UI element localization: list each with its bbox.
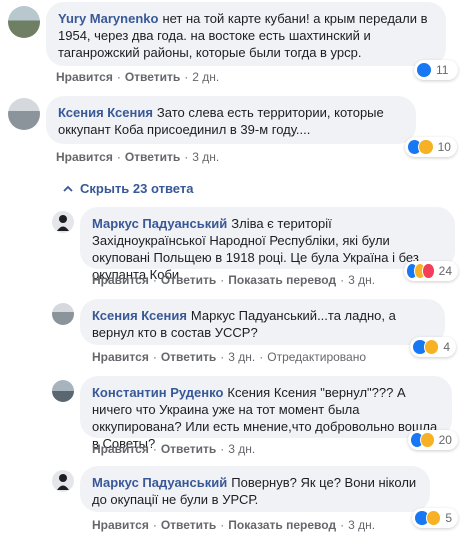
reply-author[interactable]: Константин Руденко <box>92 385 223 400</box>
reply: Константин Руденко Ксения Ксения "вернул"… <box>0 374 467 459</box>
chevron-up-icon <box>63 185 73 192</box>
comment-bubble: Yury Marynenko нет на той карте кубани! а… <box>46 2 446 66</box>
reply-button[interactable]: Ответить <box>161 273 216 287</box>
avatar[interactable] <box>52 470 74 492</box>
reaction-count: 24 <box>438 264 453 278</box>
timestamp[interactable]: 2 дн. <box>192 70 219 84</box>
avatar[interactable] <box>52 211 74 233</box>
reaction-count: 20 <box>438 433 452 447</box>
show-translation-button[interactable]: Показать перевод <box>228 518 336 532</box>
comment-author[interactable]: Ксения Ксения <box>58 105 153 120</box>
reply-bubble: Маркус Падуанський Повернув? Як це? Вони … <box>80 466 430 512</box>
haha-icon <box>420 432 435 448</box>
like-button[interactable]: Нравится <box>92 273 149 287</box>
like-button[interactable]: Нравится <box>56 70 113 84</box>
reply-button[interactable]: Ответить <box>161 350 216 364</box>
reply-button[interactable]: Ответить <box>161 442 216 456</box>
reaction-count: 4 <box>443 340 450 354</box>
reaction-count: 11 <box>436 63 449 77</box>
reaction-summary[interactable]: 5 <box>412 508 458 528</box>
avatar[interactable] <box>8 6 40 38</box>
timestamp[interactable]: 3 дн. <box>228 350 255 364</box>
reaction-summary[interactable]: 24 <box>404 261 458 281</box>
edited-label[interactable]: Отредактировано <box>267 350 366 364</box>
timestamp[interactable]: 3 дн. <box>348 518 375 532</box>
reaction-summary[interactable]: 20 <box>408 430 458 450</box>
comment: Ксения Ксения Зато слева есть территории,… <box>0 92 467 172</box>
timestamp[interactable]: 3 дн. <box>228 442 255 456</box>
reply-bubble: Ксения Ксения Маркус Падуанський...та лад… <box>80 299 445 345</box>
reply-author[interactable]: Маркус Падуанський <box>92 216 227 231</box>
haha-icon <box>425 510 442 526</box>
reaction-count: 5 <box>445 511 452 525</box>
reply: Маркус Падуанський Повернув? Як це? Вони … <box>0 464 467 540</box>
like-icon <box>416 62 432 78</box>
reply-actions: Нравится · Ответить · Показать перевод · 3 дн. <box>92 273 376 287</box>
hide-replies-label: Скрыть 23 ответа <box>80 181 194 196</box>
reply-bubble: Константин Руденко Ксения Ксения "вернул"… <box>80 376 452 451</box>
reply-author[interactable]: Маркус Падуанський <box>92 475 227 490</box>
like-button[interactable]: Нравится <box>56 150 113 164</box>
reaction-count: 10 <box>437 140 451 154</box>
comment-bubble: Ксения Ксения Зато слева есть территории,… <box>46 96 416 144</box>
reaction-summary[interactable]: 11 <box>414 60 458 80</box>
reply-author[interactable]: Ксения Ксения <box>92 308 187 323</box>
timestamp[interactable]: 3 дн. <box>348 273 375 287</box>
reaction-summary[interactable]: 4 <box>410 337 456 357</box>
haha-icon <box>418 139 434 155</box>
love-icon <box>422 263 435 279</box>
reaction-summary[interactable]: 10 <box>405 137 457 157</box>
reply-actions: Нравится · Ответить · 3 дн. · Отредактировано <box>92 350 367 364</box>
hide-replies-button[interactable]: Скрыть 23 ответа <box>62 181 193 196</box>
like-button[interactable]: Нравится <box>92 518 149 532</box>
avatar[interactable] <box>52 380 74 402</box>
like-button[interactable]: Нравится <box>92 350 149 364</box>
comment: Yury Marynenko нет на той карте кубани! а… <box>0 0 467 90</box>
like-button[interactable]: Нравится <box>92 442 149 456</box>
comment-actions: Нравится · Ответить · 3 дн. <box>56 150 220 164</box>
haha-icon <box>423 339 440 355</box>
reply-actions: Нравится · Ответить · Показать перевод · 3 дн. <box>92 518 376 532</box>
comment-author[interactable]: Yury Marynenko <box>58 11 158 26</box>
avatar[interactable] <box>52 303 74 325</box>
reply-button[interactable]: Ответить <box>161 518 216 532</box>
show-translation-button[interactable]: Показать перевод <box>228 273 336 287</box>
timestamp[interactable]: 3 дн. <box>192 150 219 164</box>
comment-actions: Нравится · Ответить · 2 дн. <box>56 70 220 84</box>
avatar[interactable] <box>8 98 40 130</box>
reply-button[interactable]: Ответить <box>125 70 180 84</box>
reply-actions: Нравится · Ответить · 3 дн. <box>92 442 256 456</box>
reply: Ксения Ксения Маркус Падуанський...та лад… <box>0 297 467 367</box>
reply-bubble: Маркус Падуанський Зліва є території Захі… <box>80 207 455 282</box>
reply-button[interactable]: Ответить <box>125 150 180 164</box>
reply: Маркус Падуанський Зліва є території Захі… <box>0 205 467 290</box>
